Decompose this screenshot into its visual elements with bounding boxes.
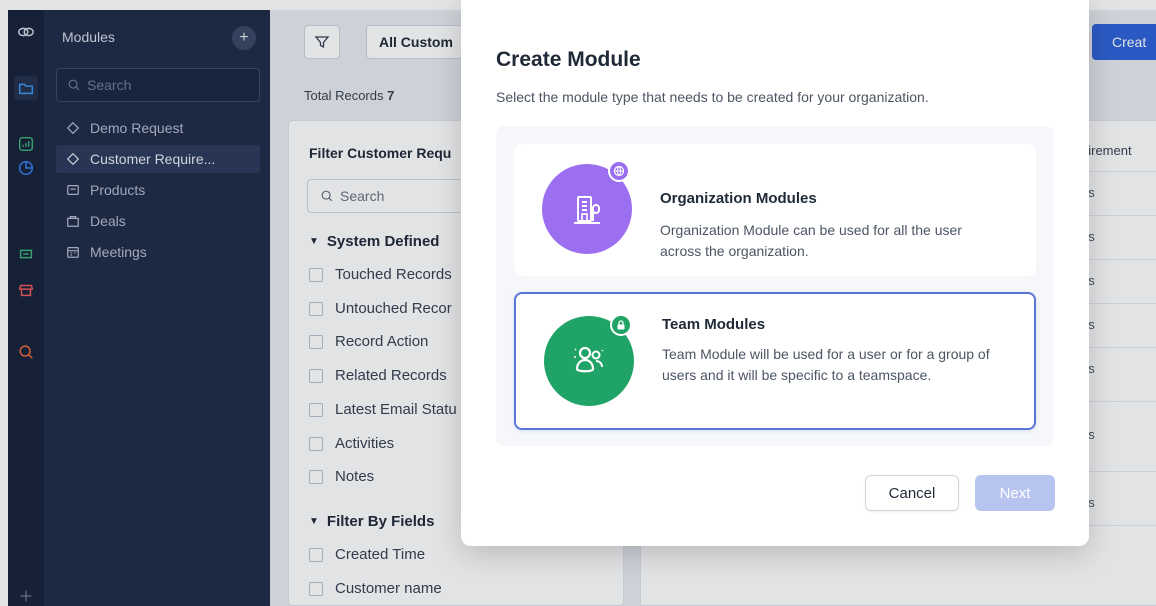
lock-icon — [610, 314, 632, 336]
module-type-options: Organization Modules Organization Module… — [496, 126, 1054, 446]
team-modules-option[interactable]: Team Modules Team Module will be used fo… — [514, 292, 1036, 430]
dialog-subtitle: Select the module type that needs to be … — [496, 89, 929, 105]
option-title: Team Modules — [662, 316, 766, 333]
globe-icon — [608, 160, 630, 182]
cancel-button[interactable]: Cancel — [865, 475, 959, 511]
next-button[interactable]: Next — [975, 475, 1055, 511]
option-description: Organization Module can be used for all … — [660, 222, 962, 259]
option-title: Organization Modules — [660, 190, 817, 207]
dialog-title: Create Module — [496, 48, 641, 71]
create-module-dialog: Create Module Select the module type tha… — [461, 0, 1089, 546]
option-description: Team Module will be used for a user or f… — [662, 346, 990, 383]
organization-modules-option[interactable]: Organization Modules Organization Module… — [514, 144, 1036, 276]
